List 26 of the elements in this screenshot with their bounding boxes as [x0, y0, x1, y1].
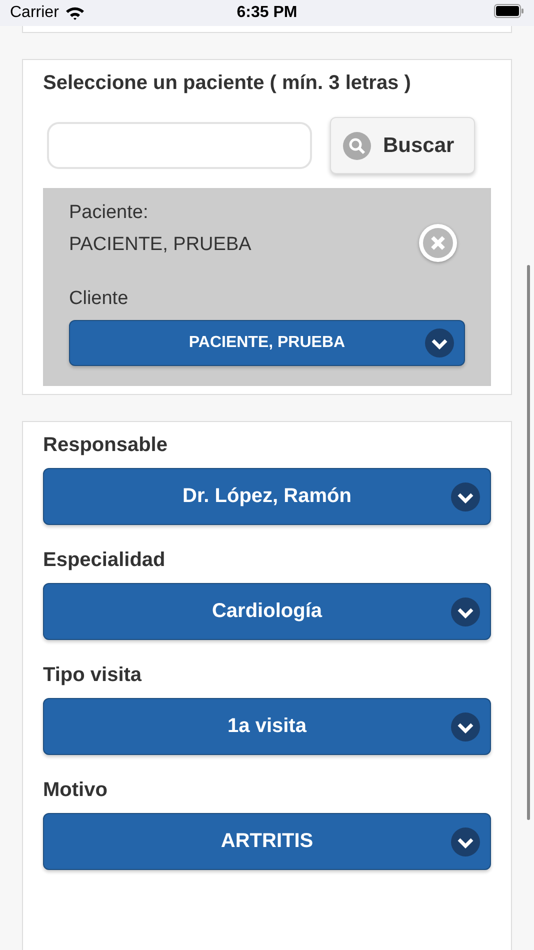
client-select[interactable]: PACIENTE, PRUEBA — [69, 320, 465, 366]
search-field[interactable] — [47, 122, 312, 169]
chevron-down-icon — [451, 712, 480, 741]
wifi-icon — [64, 6, 85, 20]
search-icon — [343, 132, 371, 160]
close-button[interactable] — [419, 224, 457, 262]
carrier-name: Carrier — [10, 4, 59, 22]
patient-name: PACIENTE, PRUEBA — [69, 234, 252, 256]
chevron-down-icon — [425, 328, 454, 358]
dropdown-select[interactable]: ARTRITIS — [43, 813, 491, 870]
chevron-down-icon — [451, 597, 480, 626]
section-title: Seleccione un paciente ( mín. 3 letras ) — [43, 72, 412, 95]
dropdown-select[interactable]: Dr. López, Ramón — [43, 468, 491, 525]
field-label: Responsable — [43, 434, 168, 457]
client-label: Cliente — [69, 288, 130, 310]
chevron-down-icon — [451, 482, 480, 511]
search-button[interactable]: Buscar — [330, 117, 475, 174]
chevron-down-icon — [451, 827, 480, 856]
field-label: Especialidad — [43, 549, 166, 572]
field-label: Motivo — [43, 779, 108, 802]
dropdown-select[interactable]: 1a visita — [43, 698, 491, 755]
patient-label: Paciente: — [69, 202, 150, 224]
clock-time: 6:35 PM — [236, 4, 298, 22]
dropdown-select[interactable]: Cardiología — [43, 583, 491, 640]
battery-icon — [494, 4, 524, 18]
field-label: Tipo visita — [43, 664, 143, 687]
